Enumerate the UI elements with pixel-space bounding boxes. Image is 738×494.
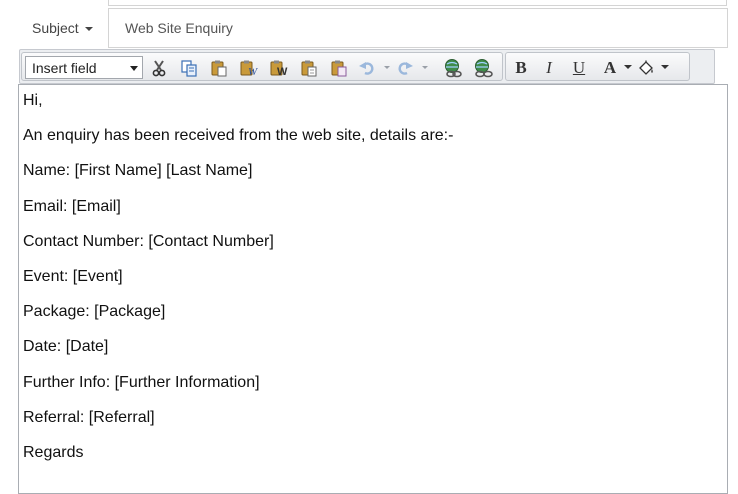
background-color-dropdown-arrow[interactable] xyxy=(661,65,669,69)
font-color-button[interactable]: A xyxy=(598,56,622,79)
svg-text:W: W xyxy=(248,66,258,77)
subject-dropdown-label: Subject xyxy=(32,20,79,36)
toolbar-group-format: B I U A xyxy=(505,52,690,81)
chevron-down-icon xyxy=(130,66,138,71)
insert-link-button[interactable] xyxy=(440,56,466,79)
bold-button[interactable]: B xyxy=(509,56,533,79)
redo-button[interactable] xyxy=(394,56,416,79)
insert-field-label: Insert field xyxy=(32,59,97,76)
subject-input[interactable] xyxy=(108,8,728,48)
paste-special-icon xyxy=(331,60,347,76)
remove-link-icon xyxy=(475,58,493,77)
paste-button[interactable] xyxy=(206,56,232,79)
copy-icon xyxy=(181,59,197,77)
body-line: Further Info: [Further Information] xyxy=(23,373,260,391)
insert-field-dropdown[interactable]: Insert field xyxy=(25,56,143,79)
body-line: Hi, xyxy=(23,92,43,109)
paste-word-icon: W xyxy=(270,60,288,77)
body-line: Date: [Date] xyxy=(23,338,109,356)
body-line: Regards xyxy=(23,443,84,461)
body-line: Event: [Event] xyxy=(23,267,123,285)
undo-dropdown-arrow[interactable] xyxy=(384,66,390,69)
email-body-editor[interactable]: Hi, An enquiry has been received from th… xyxy=(18,84,728,494)
background-color-button[interactable] xyxy=(634,56,658,79)
body-line: Contact Number: [Contact Number] xyxy=(23,232,274,250)
paste-html-button[interactable] xyxy=(296,56,322,79)
cut-icon xyxy=(152,59,166,76)
undo-button[interactable] xyxy=(356,56,378,79)
insert-link-icon xyxy=(445,58,462,77)
editor-toolbar: Insert field W W B I U A xyxy=(19,49,715,84)
chevron-down-icon xyxy=(84,27,93,31)
undo-icon xyxy=(359,61,374,75)
body-line: Package: [Package] xyxy=(23,303,166,321)
svg-text:W: W xyxy=(277,66,288,77)
paste-text-icon: W xyxy=(240,60,258,77)
body-line: Name: [First Name] [Last Name] xyxy=(23,162,253,180)
copy-button[interactable] xyxy=(176,56,202,79)
body-line: Referral: [Referral] xyxy=(23,408,155,426)
cut-button[interactable] xyxy=(146,56,172,79)
previous-field-border xyxy=(108,0,727,6)
paste-html-icon xyxy=(301,60,317,76)
paint-bucket-icon xyxy=(639,60,653,75)
paste-text-button[interactable]: W xyxy=(236,56,262,79)
redo-icon xyxy=(398,61,413,75)
underline-button[interactable]: U xyxy=(567,56,591,79)
toolbar-group-edit: Insert field W W xyxy=(21,52,503,81)
body-line: Email: [Email] xyxy=(23,197,121,215)
italic-button[interactable]: I xyxy=(537,56,561,79)
paste-word-button[interactable]: W xyxy=(266,56,292,79)
redo-dropdown-arrow[interactable] xyxy=(422,66,428,69)
body-line: An enquiry has been received from the we… xyxy=(23,127,454,145)
remove-link-button[interactable] xyxy=(470,56,496,79)
font-color-dropdown-arrow[interactable] xyxy=(624,65,632,69)
paste-icon xyxy=(211,60,227,76)
paste-special-button[interactable] xyxy=(326,56,352,79)
subject-dropdown[interactable]: Subject xyxy=(20,8,108,48)
